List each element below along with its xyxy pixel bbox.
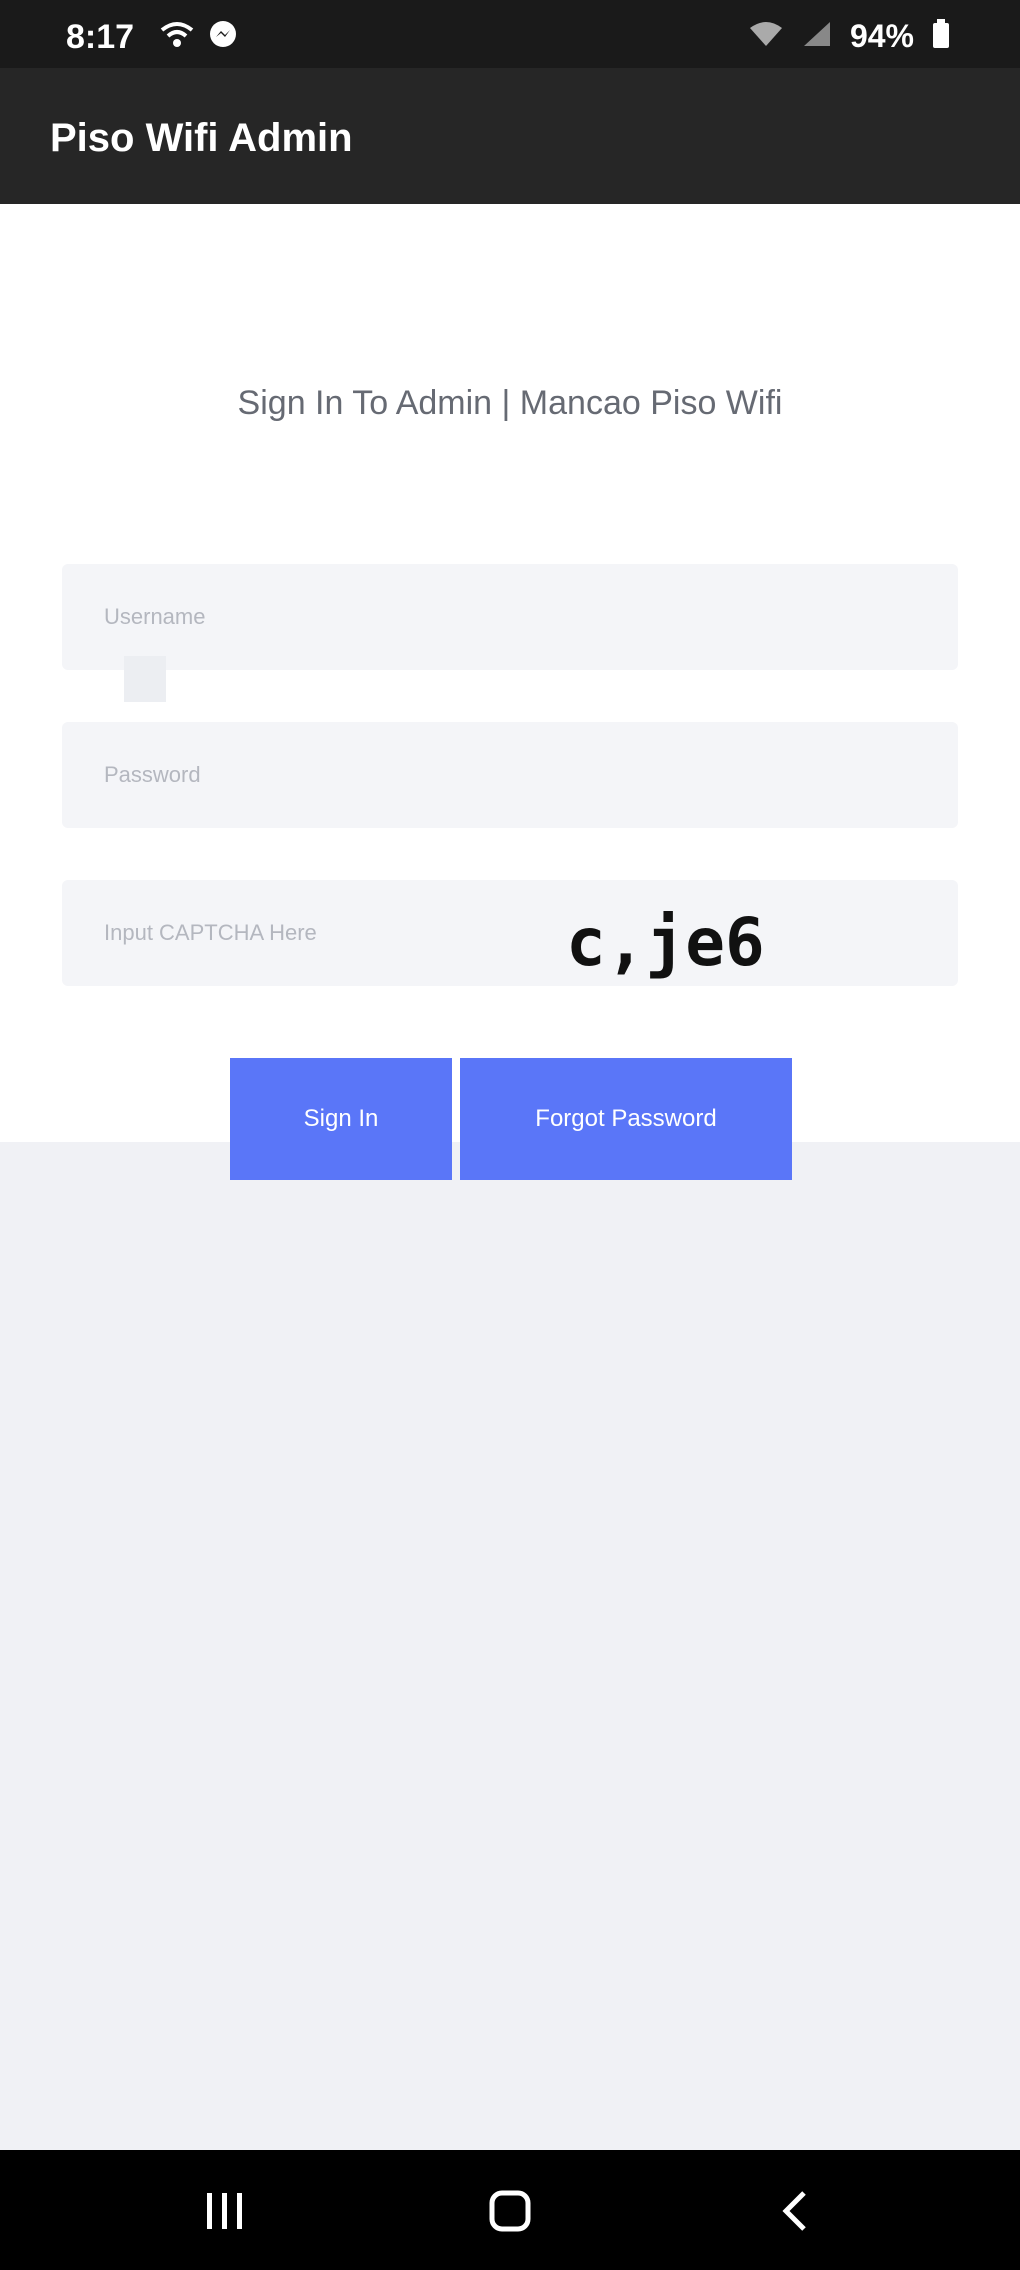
captcha-image: c,je6 <box>566 904 765 981</box>
status-bar: 8:17 94% <box>0 0 1020 68</box>
login-form-panel: Sign In To Admin | Mancao Piso Wifi c,je… <box>0 204 1020 1180</box>
battery-icon <box>932 19 950 54</box>
password-field-container <box>62 722 958 828</box>
battery-percent: 94% <box>849 18 914 54</box>
status-left-icons <box>160 20 238 55</box>
messenger-icon <box>208 20 238 55</box>
login-heading: Sign In To Admin | Mancao Piso Wifi <box>237 384 783 422</box>
status-right: 94% <box>748 18 950 55</box>
app-bar: Piso Wifi Admin <box>0 68 1020 204</box>
recent-apps-icon[interactable] <box>195 2186 255 2236</box>
navigation-bar <box>0 2150 1020 2270</box>
signal-icon <box>802 20 832 53</box>
username-field-container <box>62 564 958 670</box>
app-title: Piso Wifi Admin <box>50 116 353 160</box>
sign-in-button[interactable]: Sign In <box>230 1058 452 1180</box>
autofill-indicator <box>124 656 166 702</box>
back-icon[interactable] <box>765 2186 825 2236</box>
username-input[interactable] <box>62 564 958 670</box>
status-time: 8:17 <box>66 18 135 56</box>
captcha-input[interactable] <box>62 880 958 986</box>
wifi-call-icon <box>160 20 194 55</box>
forgot-password-button[interactable]: Forgot Password <box>460 1058 792 1180</box>
captcha-field-container <box>62 880 958 986</box>
password-input[interactable] <box>62 722 958 828</box>
wifi-icon <box>748 20 784 53</box>
home-icon[interactable] <box>480 2186 540 2236</box>
